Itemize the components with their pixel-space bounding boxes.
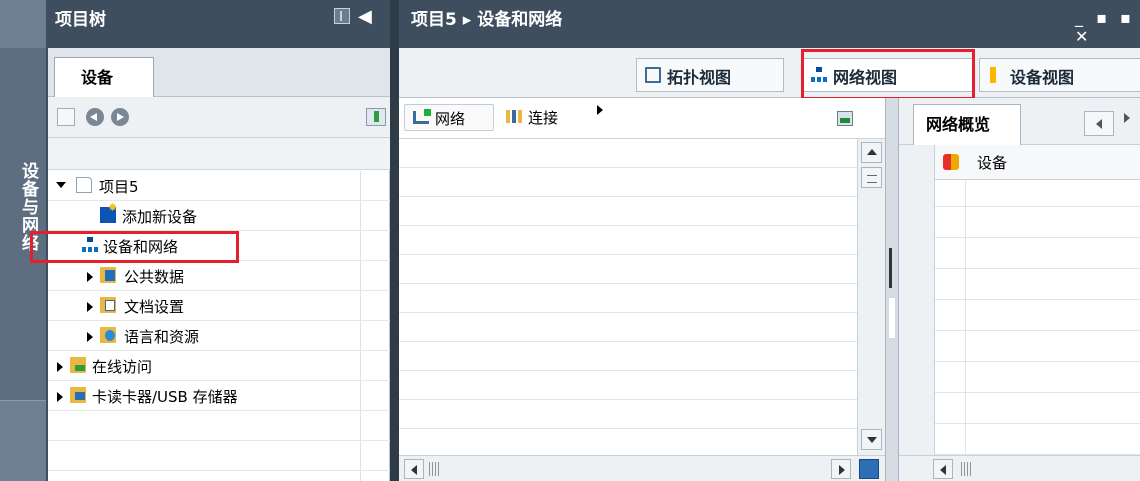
scroll-thumb[interactable]	[861, 167, 882, 188]
canvas-horizontal-scrollbar[interactable]	[399, 455, 885, 481]
folder-icon	[70, 387, 86, 403]
view-tabbar: 拓扑视图 网络视图 设备视图	[399, 48, 1140, 98]
expand-right-icon[interactable]	[87, 272, 93, 282]
toolbar-more-icon[interactable]	[597, 105, 603, 115]
tree-list: 项目5 添加新设备 设备和网络 公共数据 文档设置	[48, 171, 390, 481]
overview-horizontal-scrollbar[interactable]	[899, 455, 1140, 481]
project-tree-titlebar: 项目树 ◀	[48, 0, 390, 48]
scroll-up-icon[interactable]	[861, 142, 882, 163]
side-strip-top	[0, 0, 46, 48]
connection-icon	[506, 110, 522, 123]
tab-scroll-right-icon[interactable]	[1124, 113, 1130, 123]
overview-navigation-icon[interactable]	[859, 459, 879, 479]
panel-splitter[interactable]	[390, 0, 399, 481]
scroll-left-icon[interactable]	[404, 459, 424, 479]
column-header-device[interactable]: 设备	[977, 152, 1007, 173]
tab-network-overview[interactable]: 网络概览	[913, 104, 1021, 145]
tree-item-project[interactable]: 项目5	[48, 171, 390, 201]
highlight-devices-networks	[30, 231, 239, 263]
tab-device-view[interactable]: 设备视图	[979, 58, 1140, 92]
folder-icon	[70, 357, 86, 373]
expand-right-icon[interactable]	[87, 332, 93, 342]
overview-table: 设备	[899, 145, 1140, 455]
tree-item-common-data[interactable]: 公共数据	[48, 261, 390, 291]
network-button[interactable]: 网络	[404, 104, 494, 131]
tree-empty-row	[48, 411, 390, 441]
tree-header-gap	[48, 138, 390, 170]
expand-right-icon[interactable]	[87, 302, 93, 312]
scroll-right-icon[interactable]	[831, 459, 851, 479]
tree-item-label: 语言和资源	[124, 328, 200, 346]
expand-right-icon[interactable]	[57, 362, 63, 372]
tree-item-label: 在线访问	[92, 358, 153, 376]
tree-item-label: 添加新设备	[122, 208, 198, 226]
new-item-icon[interactable]	[57, 108, 75, 126]
add-device-icon	[100, 201, 117, 223]
row-selector-column	[899, 145, 935, 455]
canvas-vertical-scrollbar[interactable]	[857, 139, 885, 455]
connection-button[interactable]: 连接	[498, 104, 594, 131]
canvas-options-icon[interactable]	[837, 111, 853, 126]
tree-item-languages[interactable]: 语言和资源	[48, 321, 390, 351]
window-controls[interactable]: _ ▪ ▪ ✕	[1075, 8, 1140, 46]
tab-scroll-left-icon[interactable]	[1084, 111, 1114, 136]
tree-item-card-reader[interactable]: 卡读卡器/USB 存储器	[48, 381, 390, 411]
device-type-icon	[943, 154, 959, 170]
project-tree-tabbar: 设备	[48, 48, 390, 97]
tree-item-online-access[interactable]: 在线访问	[48, 351, 390, 381]
canvas-toolbar: 网络 连接	[399, 98, 885, 139]
breadcrumb: 项目5 ▸ 设备和网络	[411, 10, 563, 30]
tab-label: 拓扑视图	[667, 68, 732, 87]
overview-header-row: 设备	[935, 145, 1140, 180]
scroll-down-icon[interactable]	[861, 429, 882, 450]
collapse-arrow-icon[interactable]	[889, 248, 895, 288]
side-strip-bottom	[0, 400, 46, 481]
highlight-network-view	[801, 49, 975, 100]
tree-item-label: 项目5	[99, 178, 139, 196]
tab-topology-view[interactable]: 拓扑视图	[636, 58, 784, 92]
tab-devices[interactable]: 设备	[54, 57, 154, 97]
back-arrow-icon[interactable]	[86, 108, 104, 126]
tree-item-add-device[interactable]: 添加新设备	[48, 201, 390, 231]
folder-icon	[100, 327, 116, 343]
expand-down-icon[interactable]	[56, 182, 66, 188]
tree-item-doc-settings[interactable]: 文档设置	[48, 291, 390, 321]
overview-splitter[interactable]	[885, 98, 899, 481]
export-icon[interactable]	[366, 108, 386, 126]
tree-empty-row	[48, 441, 390, 471]
connection-button-label: 连接	[528, 109, 559, 127]
expand-right-icon[interactable]	[57, 392, 63, 402]
tree-item-label: 文档设置	[124, 298, 185, 316]
project-tree-toolbar	[48, 97, 390, 138]
collapse-left-icon[interactable]: ◀	[358, 6, 372, 27]
forward-arrow-icon[interactable]	[111, 108, 129, 126]
tab-label: 设备视图	[1010, 68, 1075, 87]
scroll-thumb[interactable]	[961, 462, 973, 476]
topology-icon	[645, 67, 661, 83]
device-icon	[990, 67, 996, 83]
overview-tabbar: 网络概览	[899, 98, 1140, 145]
canvas-grid	[399, 139, 857, 455]
project-tree-title: 项目树	[55, 10, 106, 30]
tree-item-label: 公共数据	[124, 268, 185, 286]
folder-icon	[100, 297, 116, 313]
splitter-grip[interactable]	[889, 298, 895, 338]
main-titlebar: 项目5 ▸ 设备和网络	[399, 0, 1140, 48]
folder-icon	[100, 267, 116, 283]
split-view-icon[interactable]	[334, 8, 350, 24]
tree-item-label: 卡读卡器/USB 存储器	[92, 388, 238, 406]
icon-column	[935, 145, 966, 455]
project-page-icon	[76, 177, 92, 193]
network-button-label: 网络	[435, 110, 466, 128]
scroll-left-icon[interactable]	[933, 459, 953, 479]
network-mode-icon	[413, 109, 431, 124]
scroll-thumb[interactable]	[429, 462, 441, 476]
